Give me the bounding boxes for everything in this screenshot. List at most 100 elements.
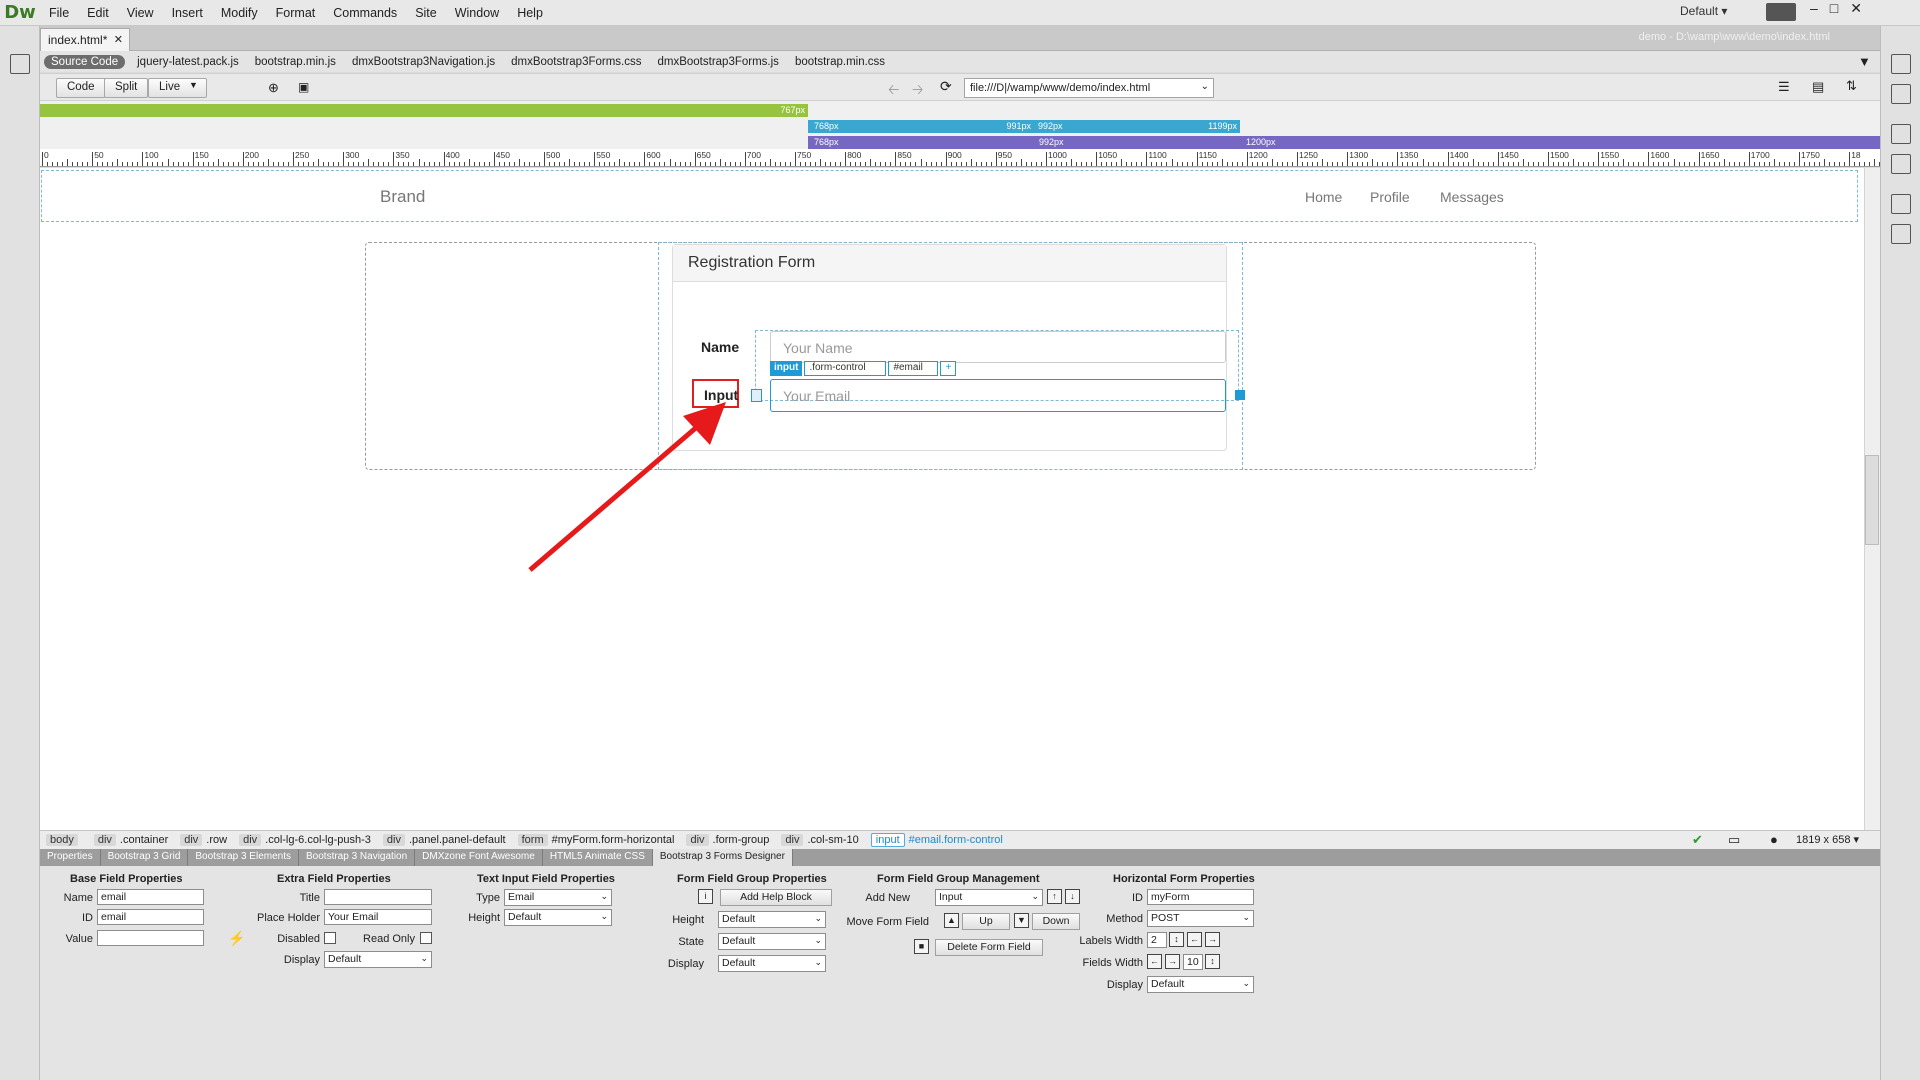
- code-view-button[interactable]: Code: [56, 78, 106, 98]
- tag-div[interactable]: div: [93, 834, 116, 846]
- name-prop-input[interactable]: email: [97, 889, 204, 905]
- move-up-icon[interactable]: ▲: [944, 913, 959, 928]
- database-icon[interactable]: [1891, 84, 1911, 104]
- mq-bar-767[interactable]: 767px: [40, 104, 808, 117]
- disabled-checkbox[interactable]: [324, 932, 336, 944]
- globe-icon[interactable]: ●: [1770, 832, 1778, 847]
- scrollbar-thumb[interactable]: [1865, 455, 1879, 545]
- menu-file[interactable]: File: [40, 0, 78, 26]
- value-prop-input[interactable]: [97, 930, 204, 946]
- window-size-readout[interactable]: 1819 x 658 ▾: [1796, 833, 1859, 846]
- related-file[interactable]: jquery-latest.pack.js: [129, 56, 247, 68]
- mq-bar-1200[interactable]: 1200px: [1240, 136, 1880, 149]
- tag-form[interactable]: form: [517, 834, 548, 846]
- related-file[interactable]: dmxBootstrap3Navigation.js: [344, 56, 503, 68]
- nav-link-home[interactable]: Home: [1305, 189, 1342, 205]
- device-preview-icon[interactable]: ▭: [1728, 832, 1740, 848]
- email-input[interactable]: Your Email: [770, 379, 1226, 412]
- visual-aids-icon[interactable]: ☰: [1778, 79, 1790, 95]
- mq-bar-768-991[interactable]: 768px 991px: [808, 120, 1034, 133]
- name-input[interactable]: Your Name: [770, 331, 1226, 363]
- tag-div[interactable]: div: [382, 834, 405, 846]
- chevron-down-icon[interactable]: ⌄: [1201, 81, 1209, 92]
- panel-tab-bs3-grid[interactable]: Bootstrap 3 Grid: [101, 849, 189, 866]
- add-help-block-button[interactable]: Add Help Block: [720, 889, 832, 906]
- state-select[interactable]: Default ⌄: [718, 933, 826, 950]
- panel-tab-animate-css[interactable]: HTML5 Animate CSS: [543, 849, 653, 866]
- live-dropdown-icon[interactable]: ▼: [189, 80, 198, 90]
- fields-width-input[interactable]: 10: [1183, 954, 1203, 970]
- refresh-icon[interactable]: ⟳: [940, 78, 952, 95]
- maximize-icon[interactable]: □: [1830, 0, 1838, 17]
- tag-input-selected[interactable]: input: [870, 833, 905, 847]
- nav-link-messages[interactable]: Messages: [1440, 189, 1504, 205]
- height-select[interactable]: Default ⌄: [504, 909, 612, 926]
- move-up-button[interactable]: Up: [962, 913, 1010, 930]
- code-inspector-icon[interactable]: [1891, 124, 1911, 144]
- menu-help[interactable]: Help: [508, 0, 552, 26]
- related-file[interactable]: bootstrap.min.js: [247, 56, 344, 68]
- menu-edit[interactable]: Edit: [78, 0, 118, 26]
- method-select[interactable]: POST ⌄: [1147, 910, 1254, 927]
- panel-tab-font-awesome[interactable]: DMXzone Font Awesome: [415, 849, 543, 866]
- live-view-button[interactable]: Live: [148, 78, 208, 98]
- arrow-right-icon[interactable]: →: [1205, 932, 1220, 947]
- sync-settings-icon[interactable]: [1766, 3, 1796, 21]
- workspace-switcher[interactable]: Default ▾: [1680, 4, 1727, 18]
- placeholder-prop-input[interactable]: Your Email: [324, 909, 432, 925]
- insert-panel-icon[interactable]: [10, 54, 30, 74]
- nav-link-profile[interactable]: Profile: [1370, 189, 1410, 205]
- delete-icon[interactable]: ■: [914, 939, 929, 954]
- menu-modify[interactable]: Modify: [212, 0, 267, 26]
- back-icon[interactable]: 🡠: [888, 79, 899, 103]
- delete-form-field-button[interactable]: Delete Form Field: [935, 939, 1043, 956]
- hud-class[interactable]: .form-control: [804, 361, 887, 376]
- form-id-input[interactable]: myForm: [1147, 889, 1254, 905]
- tag-div[interactable]: div: [781, 834, 804, 846]
- snippets-icon[interactable]: [1891, 224, 1911, 244]
- related-file[interactable]: dmxBootstrap3Forms.js: [650, 56, 787, 68]
- title-prop-input[interactable]: [324, 889, 432, 905]
- menu-window[interactable]: Window: [446, 0, 508, 26]
- panel-tab-forms-designer[interactable]: Bootstrap 3 Forms Designer: [652, 849, 793, 866]
- tag-div[interactable]: div: [180, 834, 203, 846]
- resize-handle-icon[interactable]: [1235, 390, 1245, 400]
- stepper-icon[interactable]: ↕: [1205, 954, 1220, 969]
- move-down-icon[interactable]: ▼: [1014, 913, 1029, 928]
- group-height-select[interactable]: Default ⌄: [718, 911, 826, 928]
- panel-tab-bs3-elements[interactable]: Bootstrap 3 Elements: [188, 849, 299, 866]
- related-file-source-code[interactable]: Source Code: [44, 54, 126, 69]
- inspect-icon[interactable]: ⊕: [268, 80, 279, 96]
- arrow-left-icon[interactable]: ←: [1187, 932, 1202, 947]
- close-window-icon[interactable]: ✕: [1850, 0, 1862, 17]
- panel-tab-properties[interactable]: Properties: [40, 849, 101, 866]
- assets-icon[interactable]: [1891, 154, 1911, 174]
- tag-div[interactable]: div: [686, 834, 709, 846]
- id-prop-input[interactable]: email: [97, 909, 204, 925]
- readonly-checkbox[interactable]: [420, 932, 432, 944]
- menu-insert[interactable]: Insert: [163, 0, 212, 26]
- forward-icon[interactable]: 🡢: [912, 79, 923, 103]
- split-view-button[interactable]: Split: [104, 78, 149, 98]
- horiz-display-select[interactable]: Default ⌄: [1147, 976, 1254, 993]
- add-new-select[interactable]: Input ⌄: [935, 889, 1043, 906]
- menu-view[interactable]: View: [118, 0, 163, 26]
- insert-after-icon[interactable]: ↓: [1065, 889, 1080, 904]
- mq-bar-768[interactable]: 768px: [808, 136, 1034, 149]
- minimize-icon[interactable]: –: [1810, 0, 1818, 17]
- resize-handle-icon[interactable]: [751, 389, 762, 402]
- tag-div[interactable]: div: [239, 834, 262, 846]
- menu-commands[interactable]: Commands: [324, 0, 406, 26]
- navbar-brand[interactable]: Brand: [380, 187, 425, 207]
- sitemap-icon[interactable]: [1891, 194, 1911, 214]
- stepper-icon[interactable]: ↕: [1169, 932, 1184, 947]
- group-display-select[interactable]: Default ⌄: [718, 955, 826, 972]
- related-file[interactable]: dmxBootstrap3Forms.css: [503, 56, 649, 68]
- files-panel-icon[interactable]: [1891, 54, 1911, 74]
- mq-bar-992-1199[interactable]: 992px 1199px: [1034, 120, 1240, 133]
- hud-id[interactable]: #email: [888, 361, 939, 376]
- live-code-icon[interactable]: ▣: [298, 80, 309, 94]
- insert-before-icon[interactable]: ↑: [1047, 889, 1062, 904]
- hud-add-button[interactable]: +: [940, 361, 957, 376]
- tag-body[interactable]: body: [46, 834, 78, 846]
